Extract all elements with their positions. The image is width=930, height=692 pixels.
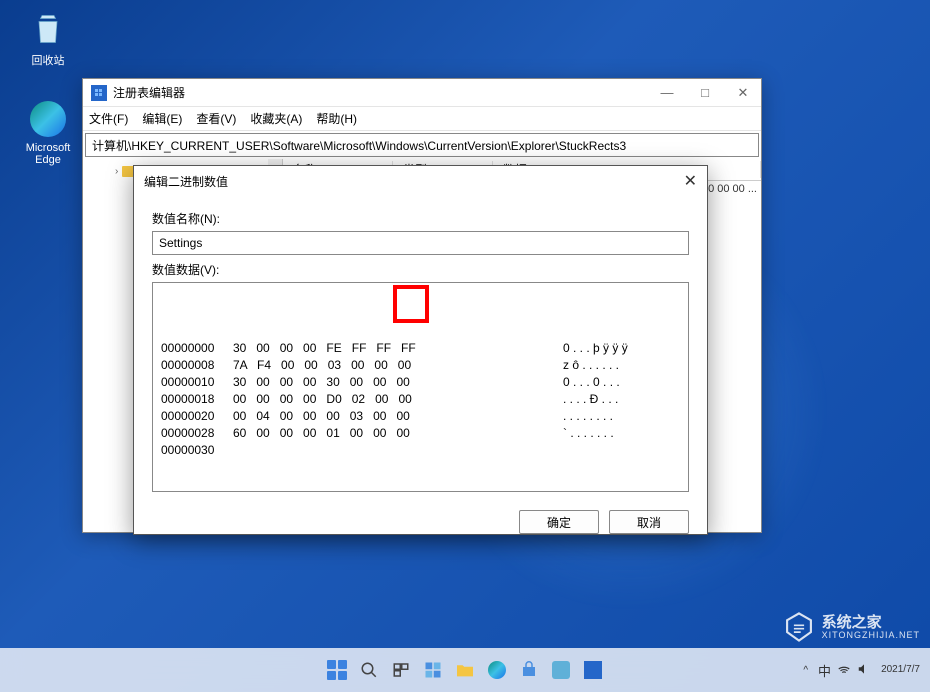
edge-icon <box>29 100 67 138</box>
hex-offset: 00000008 <box>161 357 233 374</box>
hex-ascii: 0 . . . þ ÿ ÿ ÿ <box>563 340 680 357</box>
hex-bytes[interactable]: 00 04 00 00 00 03 00 00 <box>233 408 563 425</box>
menu-file[interactable]: 文件(F) <box>89 110 128 127</box>
hex-offset: 00000020 <box>161 408 233 425</box>
hex-editor[interactable]: 0000000030 00 00 00 FE FF FF FF0 . . . þ… <box>152 282 689 492</box>
hex-row[interactable]: 00000030 <box>161 442 680 459</box>
menu-edit[interactable]: 编辑(E) <box>142 110 182 127</box>
taskbar-explorer-icon[interactable] <box>452 657 478 683</box>
regedit-titlebar[interactable]: 注册表编辑器 — □ ✕ <box>83 79 761 107</box>
dialog-close-button[interactable]: ✕ <box>684 171 697 191</box>
hex-offset: 00000018 <box>161 391 233 408</box>
value-name-input[interactable] <box>152 231 689 255</box>
chevron-right-icon: › <box>115 166 118 177</box>
hex-offset: 00000028 <box>161 425 233 442</box>
hex-bytes[interactable] <box>233 442 563 459</box>
taskbar-regedit-icon[interactable] <box>580 657 606 683</box>
minimize-button[interactable]: — <box>657 85 677 101</box>
task-view-icon[interactable] <box>388 657 414 683</box>
volume-icon[interactable] <box>857 662 871 679</box>
highlight-box <box>393 285 429 323</box>
taskbar-date: 2021/7/7 <box>881 664 920 676</box>
ime-icon[interactable]: 中 <box>818 661 831 680</box>
hex-bytes[interactable]: 30 00 00 00 FE FF FF FF <box>233 340 563 357</box>
desktop-icon-recycle-bin[interactable]: 回收站 <box>18 10 78 68</box>
widgets-icon[interactable] <box>420 657 446 683</box>
hex-row[interactable]: 0000002860 00 00 00 01 00 00 00` . . . .… <box>161 425 680 442</box>
taskbar-store-icon[interactable] <box>516 657 542 683</box>
hex-ascii: . . . . Ð . . . <box>563 391 680 408</box>
desktop-icon-label: Microsoft Edge <box>18 142 78 166</box>
menu-view[interactable]: 查看(V) <box>196 110 236 127</box>
hex-row[interactable]: 0000001030 00 00 00 30 00 00 000 . . . 0… <box>161 374 680 391</box>
hex-row[interactable]: 0000001800 00 00 00 D0 02 00 00. . . . Ð… <box>161 391 680 408</box>
hex-ascii: z ô . . . . . . <box>563 357 680 374</box>
menu-favorites[interactable]: 收藏夹(A) <box>250 110 302 127</box>
value-data-label: 数值数据(V): <box>152 261 689 278</box>
regedit-app-icon <box>91 85 107 101</box>
hex-offset: 00000000 <box>161 340 233 357</box>
hex-ascii: 0 . . . 0 . . . <box>563 374 680 391</box>
hex-row[interactable]: 0000002000 04 00 00 00 03 00 00. . . . .… <box>161 408 680 425</box>
hex-offset: 00000030 <box>161 442 233 459</box>
hex-ascii <box>563 442 680 459</box>
hex-bytes[interactable]: 60 00 00 00 01 00 00 00 <box>233 425 563 442</box>
hex-ascii: ` . . . . . . . <box>563 425 680 442</box>
ok-button[interactable]: 确定 <box>519 510 599 534</box>
watermark-text: 系统之家 <box>822 615 920 630</box>
hex-bytes[interactable]: 30 00 00 00 30 00 00 00 <box>233 374 563 391</box>
watermark: 系统之家 XITONGZHIJIA.NET <box>782 610 920 644</box>
hex-ascii: . . . . . . . . <box>563 408 680 425</box>
value-name-label: 数值名称(N): <box>152 210 689 227</box>
regedit-address-bar[interactable]: 计算机\HKEY_CURRENT_USER\Software\Microsoft… <box>85 133 759 157</box>
recycle-bin-icon <box>29 10 67 48</box>
edit-binary-dialog: 编辑二进制数值 ✕ 数值名称(N): 数值数据(V): 0000000030 0… <box>133 165 708 535</box>
desktop-icon-edge[interactable]: Microsoft Edge <box>18 100 78 166</box>
tray-chevron-icon[interactable]: ^ <box>803 665 808 676</box>
hex-row[interactable]: 0000000030 00 00 00 FE FF FF FF0 . . . þ… <box>161 340 680 357</box>
regedit-menubar: 文件(F) 编辑(E) 查看(V) 收藏夹(A) 帮助(H) <box>83 107 761 131</box>
regedit-address-text: 计算机\HKEY_CURRENT_USER\Software\Microsoft… <box>92 137 626 154</box>
taskbar-edge-icon[interactable] <box>484 657 510 683</box>
hex-bytes[interactable]: 00 00 00 00 D0 02 00 00 <box>233 391 563 408</box>
menu-help[interactable]: 帮助(H) <box>316 110 357 127</box>
cancel-button[interactable]: 取消 <box>609 510 689 534</box>
network-icon[interactable] <box>837 662 851 679</box>
system-tray: ^ 中 2021/7/7 <box>803 661 920 680</box>
taskbar-clock[interactable]: 2021/7/7 <box>881 664 920 676</box>
watermark-logo-icon <box>782 610 816 644</box>
hex-offset: 00000010 <box>161 374 233 391</box>
taskbar: ^ 中 2021/7/7 <box>0 648 930 692</box>
search-icon[interactable] <box>356 657 382 683</box>
regedit-title: 注册表编辑器 <box>113 84 185 101</box>
taskbar-center <box>324 657 606 683</box>
hex-bytes[interactable]: 7A F4 00 00 03 00 00 00 <box>233 357 563 374</box>
maximize-button[interactable]: □ <box>695 85 715 101</box>
taskbar-app-icon[interactable] <box>548 657 574 683</box>
watermark-subtext: XITONGZHIJIA.NET <box>822 630 920 640</box>
dialog-titlebar[interactable]: 编辑二进制数值 ✕ <box>134 166 707 196</box>
desktop-icon-label: 回收站 <box>18 52 78 68</box>
hex-row[interactable]: 000000087A F4 00 00 03 00 00 00z ô . . .… <box>161 357 680 374</box>
start-button[interactable] <box>324 657 350 683</box>
dialog-title: 编辑二进制数值 <box>144 173 228 190</box>
close-button[interactable]: ✕ <box>733 85 753 101</box>
